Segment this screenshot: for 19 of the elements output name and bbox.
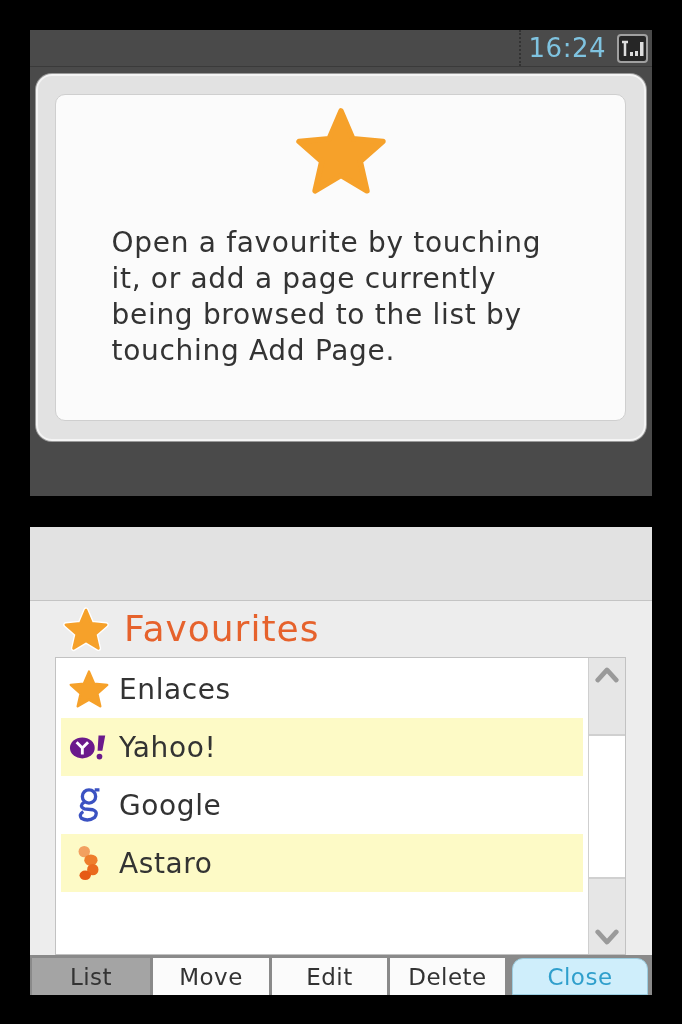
list-item[interactable]: Enlaces bbox=[61, 660, 583, 718]
mode-tab[interactable]: Edit bbox=[272, 958, 387, 995]
clock-time: 16:24 bbox=[528, 33, 606, 63]
mode-tab[interactable]: Delete bbox=[390, 958, 505, 995]
caret-down-icon bbox=[594, 929, 620, 946]
star-icon bbox=[69, 670, 109, 708]
star-icon bbox=[294, 107, 387, 195]
star-icon bbox=[62, 606, 110, 652]
list-item[interactable]: Yahoo! bbox=[61, 718, 583, 776]
signal-icon bbox=[617, 33, 648, 63]
scroll-thumb[interactable] bbox=[589, 734, 625, 879]
list-item[interactable]: Google bbox=[61, 776, 583, 834]
scrollbar[interactable] bbox=[588, 658, 625, 954]
mode-tab[interactable]: Move bbox=[153, 958, 269, 995]
help-text: Open a favourite by touching it, or add a page currently being browsed to the list by touching Add Page. bbox=[111, 225, 543, 369]
list-item[interactable]: Astaro bbox=[61, 834, 583, 892]
caret-up-icon bbox=[594, 666, 620, 683]
mode-tab[interactable]: List bbox=[32, 958, 150, 995]
list-title: Favourites bbox=[124, 608, 320, 650]
